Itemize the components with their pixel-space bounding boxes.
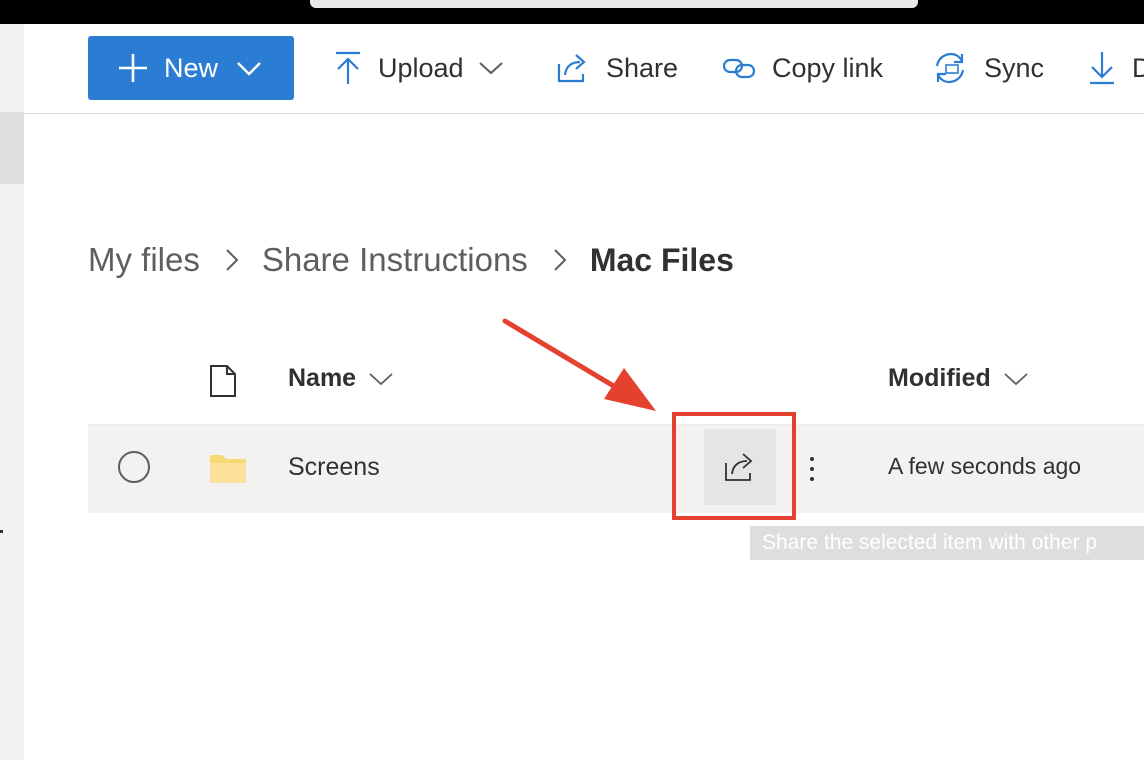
share-tooltip: Share the selected item with other p (750, 526, 1144, 560)
link-icon (722, 58, 756, 79)
folder-icon (210, 455, 246, 483)
breadcrumb-item-share-instructions[interactable]: Share Instructions (262, 241, 528, 279)
chevron-down-icon (237, 62, 261, 76)
row-select-checkbox[interactable] (118, 451, 150, 483)
download-icon (1090, 52, 1114, 85)
column-header-name-label: Name (288, 364, 357, 392)
column-header-name[interactable]: Name (288, 364, 394, 393)
sync-button[interactable]: Sync (932, 36, 1044, 100)
left-nav-selected-item[interactable] (0, 112, 24, 184)
table-row[interactable]: Screens A few seconds ago (88, 424, 1144, 513)
share-button[interactable]: Share (556, 36, 678, 100)
breadcrumb: My files Share Instructions Mac Files (88, 232, 734, 288)
command-bar: New Upload Share Copy link Sync D (24, 24, 1144, 114)
breadcrumb-current: Mac Files (589, 241, 734, 278)
chevron-down-icon (369, 372, 393, 385)
download-label: D (1132, 52, 1144, 83)
breadcrumb-item-my-files[interactable]: My files (88, 241, 200, 279)
upload-button[interactable]: Upload (334, 36, 504, 100)
row-name[interactable]: Screens (288, 453, 380, 482)
plus-icon (119, 54, 147, 82)
upload-icon (336, 51, 360, 84)
copy-link-button[interactable]: Copy link (722, 36, 883, 100)
sync-icon (935, 52, 965, 84)
chevron-down-icon (478, 62, 503, 75)
column-header-modified[interactable]: Modified (888, 364, 1029, 393)
chevron-right-icon (554, 249, 567, 271)
share-icon (557, 54, 586, 83)
share-label: Share (606, 52, 679, 83)
chrome-handle (310, 0, 918, 8)
column-header-modified-label: Modified (888, 364, 991, 392)
tooltip-text: Share the selected item with other p (762, 531, 1098, 554)
chevron-down-icon (1004, 372, 1028, 385)
new-button-label: New (164, 52, 219, 83)
window-chrome (0, 0, 1144, 24)
annotation-highlight-box (672, 412, 796, 520)
new-button[interactable]: New (88, 36, 294, 100)
download-button[interactable]: D (1088, 36, 1144, 100)
left-nav-dot (0, 530, 3, 533)
row-modified: A few seconds ago (888, 453, 1082, 479)
upload-label: Upload (378, 52, 464, 83)
list-header: Name Modified (88, 350, 1144, 412)
chevron-right-icon (226, 249, 239, 271)
file-type-icon[interactable] (208, 364, 238, 398)
copy-link-label: Copy link (772, 52, 884, 83)
more-options-icon[interactable] (800, 449, 824, 489)
sync-label: Sync (984, 52, 1045, 83)
